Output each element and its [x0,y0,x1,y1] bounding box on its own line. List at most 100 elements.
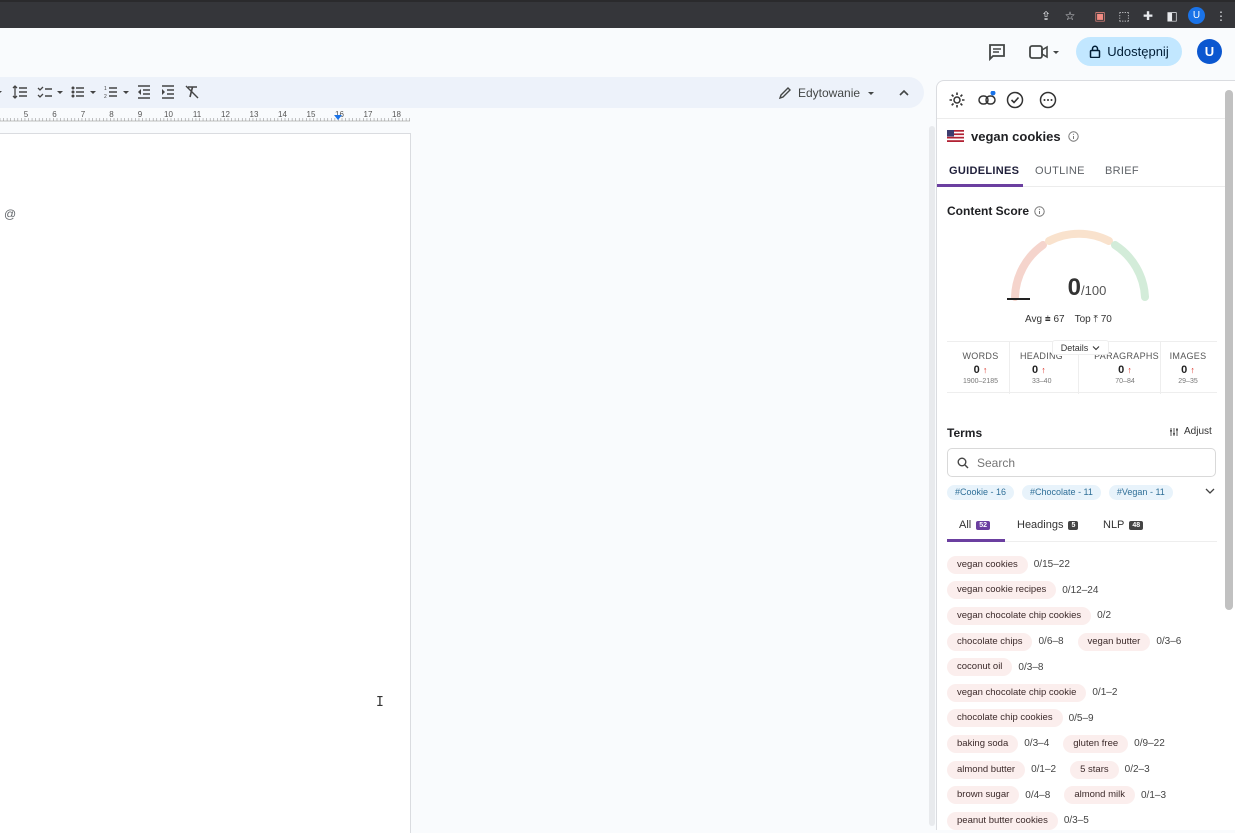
term-pill[interactable]: gluten free [1063,734,1129,753]
arrow-up-icon: ↑ [982,365,988,375]
term-usage-count: 0/1–3 [1141,789,1167,801]
term-item[interactable]: vegan chocolate chip cookie 0/1–2 [947,683,1117,702]
puzzle-icon[interactable]: ✚ [1141,9,1155,23]
term-usage-count: 0/3–4 [1024,738,1050,750]
term-pill[interactable]: chocolate chip cookies [947,709,1063,728]
term-pill[interactable]: brown sugar [947,786,1020,805]
term-usage-count: 0/1–2 [1031,764,1057,776]
term-pill[interactable]: peanut butter cookies [947,811,1058,830]
term-item[interactable]: vegan chocolate chip cookies 0/2 [947,606,1112,625]
stat-label: WORDS [962,351,999,361]
chevron-down-icon[interactable] [1204,485,1216,497]
term-pill[interactable]: vegan butter [1077,632,1151,651]
term-pill[interactable]: vegan cookie recipes [947,581,1057,600]
link-icon[interactable] [978,91,996,109]
term-usage-count: 0/2–3 [1124,764,1150,776]
panel-scrollbar[interactable] [1225,90,1233,610]
topic-chip[interactable]: #Cookie - 16 [947,485,1015,500]
term-pill[interactable]: baking soda [947,734,1019,753]
term-item[interactable]: almond butter 0/1–2 [947,760,1057,779]
checklist-icon[interactable] [37,85,65,99]
more-options-icon[interactable] [1039,91,1057,109]
term-pill[interactable]: almond butter [947,760,1026,779]
term-pill[interactable]: 5 stars [1070,760,1119,779]
panel-tabs: GUIDELINES OUTLINE BRIEF [937,155,1226,187]
user-avatar[interactable]: U [1197,39,1222,64]
decrease-indent-icon[interactable] [137,85,151,99]
document-scrollbar[interactable] [929,126,935,826]
info-icon[interactable] [1034,205,1045,217]
video-call-icon[interactable] [1027,41,1063,63]
term-row: vegan cookies 0/15–22 [947,552,1219,578]
details-button[interactable]: Details [1052,340,1109,355]
document-page[interactable]: @ [0,133,411,833]
filter-label: All [959,519,972,531]
tab-brief[interactable]: BRIEF [1105,165,1139,177]
share-button[interactable]: Udostępnij [1076,37,1182,66]
settings-gear-icon[interactable] [948,91,966,109]
comment-icon[interactable] [986,41,1008,63]
ruler-label: 7 [81,110,86,119]
line-spacing-icon[interactable] [12,85,28,99]
filter-tab-nlp[interactable]: NLP 48 [1103,519,1144,531]
document-text[interactable]: @ [4,207,16,221]
formatting-toolbar: 1 2 Edytowanie [0,77,924,108]
side-panel-icon[interactable]: ◧ [1165,9,1179,23]
term-item[interactable]: peanut butter cookies 0/3–5 [947,811,1089,830]
term-item[interactable]: vegan cookies 0/15–22 [947,555,1070,574]
term-pill[interactable]: vegan cookies [947,555,1028,574]
ruler-label: 6 [52,110,57,119]
collapse-menus-icon[interactable] [896,85,912,101]
term-pill[interactable]: vegan chocolate chip cookies [947,606,1092,625]
editing-mode-dropdown[interactable]: Edytowanie [778,84,876,102]
terms-heading: Terms [947,426,983,440]
browser-menu-icon[interactable]: ⋮ [1214,9,1228,23]
term-item[interactable]: baking soda 0/3–4 [947,734,1050,753]
adjust-button[interactable]: Adjust [1169,426,1212,437]
ruler-label: 12 [221,110,230,119]
tab-outline[interactable]: OUTLINE [1035,165,1085,177]
term-item[interactable]: vegan cookie recipes 0/12–24 [947,581,1098,600]
term-item[interactable]: coconut oil 0/3–8 [947,658,1043,677]
clear-formatting-icon[interactable] [185,85,199,99]
term-item[interactable]: chocolate chips 0/6–8 [947,632,1064,651]
term-item[interactable]: vegan butter 0/3–6 [1077,632,1181,651]
term-pill[interactable]: almond milk [1064,786,1135,805]
browser-profile-avatar[interactable]: U [1188,7,1205,24]
filter-label: NLP [1103,519,1125,531]
term-item[interactable]: almond milk 0/1–3 [1064,786,1167,805]
term-item[interactable]: brown sugar 0/4–8 [947,786,1051,805]
extension-icon[interactable]: ▣ [1093,9,1107,23]
term-item[interactable]: chocolate chip cookies 0/5–9 [947,709,1094,728]
terms-search[interactable] [947,448,1216,477]
term-pill[interactable]: coconut oil [947,658,1013,677]
term-item[interactable]: 5 stars 0/2–3 [1070,760,1150,779]
search-input[interactable] [977,455,1197,470]
bookmark-star-icon[interactable]: ☆ [1063,9,1077,23]
share-page-icon[interactable]: ⇪ [1039,9,1053,23]
increase-indent-icon[interactable] [161,85,175,99]
term-pill[interactable]: chocolate chips [947,632,1033,651]
avg-top-scores: Avg ⩧ 67 Top ⤒ 70 [1025,314,1112,325]
stat-value: 0 [1032,364,1039,376]
dropdown-arrow-icon[interactable] [0,85,6,99]
term-usage-count: 0/4–8 [1025,789,1051,801]
ruler-label: 10 [164,110,173,119]
term-row: almond butter 0/1–2 5 stars 0/2–3 [947,757,1219,783]
horizontal-ruler[interactable]: 5 6 7 8 9 10 11 12 13 14 15 16 17 18 [0,108,924,122]
tab-guidelines[interactable]: GUIDELINES [949,165,1019,177]
bulleted-list-icon[interactable] [71,85,99,99]
info-icon[interactable] [1067,130,1079,142]
term-item[interactable]: gluten free 0/9–22 [1063,734,1165,753]
filter-count-badge: 52 [976,520,991,530]
check-circle-icon[interactable] [1006,91,1024,109]
term-pill[interactable]: vegan chocolate chip cookie [947,683,1087,702]
filter-tab-all[interactable]: All 52 [959,519,991,531]
screenshot-extension-icon[interactable]: ⬚ [1117,9,1131,23]
topic-chip[interactable]: #Vegan - 11 [1108,485,1173,500]
browser-toolbar: ⇪ ☆ ▣ ⬚ ✚ ◧ U ⋮ [0,0,1235,28]
filter-tab-headings[interactable]: Headings 5 [1017,519,1079,531]
term-usage-count: 0/2 [1097,610,1112,622]
numbered-list-icon[interactable]: 1 2 [104,85,132,99]
topic-chip[interactable]: #Chocolate - 11 [1022,485,1101,500]
